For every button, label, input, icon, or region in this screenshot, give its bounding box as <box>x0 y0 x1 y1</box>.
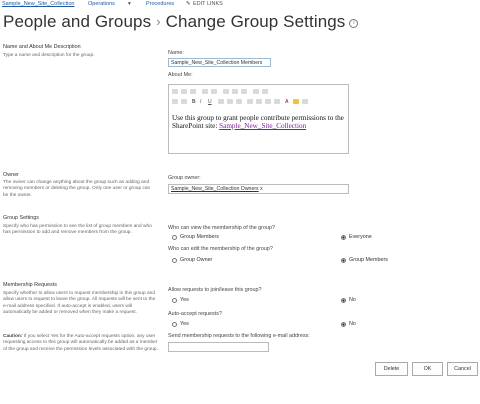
view-everyone-radio[interactable] <box>341 235 346 240</box>
owner-section-description: The owner can change anything about the … <box>3 180 151 198</box>
font-icon[interactable] <box>181 99 187 104</box>
site-link[interactable]: Sample_New_Site_Collection <box>2 1 74 7</box>
allow-requests-no-radio[interactable] <box>341 298 346 303</box>
image-icon[interactable] <box>241 89 247 94</box>
owner-section-heading: Owner <box>3 172 19 178</box>
paste-icon[interactable] <box>190 89 196 94</box>
bullet-list-icon[interactable] <box>256 99 262 104</box>
view-membership-question: Who can view the membership of the group… <box>168 225 275 231</box>
info-icon[interactable]: i <box>349 19 359 28</box>
chevron-down-icon[interactable]: ▾ <box>128 1 131 7</box>
group-owner-input[interactable]: Sample_New_Site_Collection Owners x <box>168 184 349 194</box>
align-right-icon[interactable] <box>236 99 242 104</box>
indent-icon[interactable] <box>274 99 280 104</box>
view-group-members-radio[interactable] <box>172 235 177 240</box>
view-group-members-label: Group Members <box>180 234 219 240</box>
copy-icon[interactable] <box>181 89 187 94</box>
group-settings-description: Specify who has permission to see the li… <box>3 224 152 236</box>
delete-button[interactable]: Delete <box>375 362 408 376</box>
ltr-icon[interactable] <box>253 89 259 94</box>
allow-requests-no-label: No <box>349 297 356 303</box>
nav-operations[interactable]: Operations <box>88 1 115 7</box>
email-label: Send membership requests to the followin… <box>168 333 310 339</box>
page-title: People and Groups › Change Group Settings i <box>3 12 359 34</box>
top-navigation: Sample_New_Site_Collection Operations ▾ … <box>0 0 480 10</box>
membership-requests-description: Specify whether to allow users to reques… <box>3 291 156 315</box>
undo-icon[interactable] <box>202 89 208 94</box>
underline-icon[interactable]: U <box>208 99 214 105</box>
auto-accept-no-label: No <box>349 321 356 327</box>
allow-requests-yes-label: Yes <box>180 297 189 303</box>
name-input[interactable]: Sample_New_Site_Collection Members <box>168 58 271 67</box>
nav-procedures[interactable]: Procedures <box>146 1 174 7</box>
view-everyone-label: Everyone <box>349 234 372 240</box>
caution-label: Caution: <box>3 334 23 339</box>
allow-requests-yes-radio[interactable] <box>172 298 177 303</box>
breadcrumb-separator: › <box>156 14 161 29</box>
edit-group-members-radio[interactable] <box>341 258 346 263</box>
auto-accept-no-radio[interactable] <box>341 322 346 327</box>
edit-membership-question: Who can edit the membership of the group… <box>168 246 273 252</box>
rtl-icon[interactable] <box>262 89 268 94</box>
align-left-icon[interactable] <box>218 99 224 104</box>
highlight-icon[interactable] <box>293 99 299 104</box>
edit-links[interactable]: EDIT LINKS <box>193 1 223 7</box>
edit-group-owner-label: Group Owner <box>180 257 213 263</box>
redo-icon[interactable] <box>211 89 217 94</box>
cut-icon[interactable] <box>172 89 178 94</box>
name-section-description: Type a name and description for the grou… <box>3 53 95 58</box>
style-icon[interactable] <box>172 99 178 104</box>
pencil-icon[interactable]: ✎ <box>186 1 191 7</box>
cancel-button[interactable]: Cancel <box>447 362 478 376</box>
title-main: People and Groups <box>3 12 152 31</box>
ltr-paragraph-icon[interactable] <box>302 99 308 104</box>
group-settings-heading: Group Settings <box>3 215 39 221</box>
about-me-link[interactable]: Sample_New_Site_Collection <box>219 122 306 130</box>
title-sub: Change Group Settings <box>165 12 346 31</box>
nav-operations-label: Operations <box>88 1 115 7</box>
membership-requests-heading: Membership Requests <box>3 282 57 288</box>
text-color-icon[interactable]: A <box>285 99 291 105</box>
table-icon[interactable] <box>223 89 229 94</box>
allow-requests-question: Allow requests to join/leave this group? <box>168 287 262 293</box>
email-input[interactable] <box>168 342 269 352</box>
name-label: Name: <box>168 50 184 56</box>
edit-group-members-label: Group Members <box>349 257 388 263</box>
edit-group-owner-radio[interactable] <box>172 258 177 263</box>
about-me-editor[interactable]: B I U A Use this group to grant people c… <box>168 84 349 154</box>
group-owner-label: Group owner: <box>168 175 201 181</box>
about-me-text: Use this group to grant people contribut… <box>172 114 347 130</box>
auto-accept-question: Auto-accept requests? <box>168 311 222 317</box>
italic-icon[interactable]: I <box>200 99 206 105</box>
outdent-icon[interactable] <box>265 99 271 104</box>
align-center-icon[interactable] <box>227 99 233 104</box>
owner-entity[interactable]: Sample_New_Site_Collection Owners <box>171 186 259 192</box>
link-icon[interactable] <box>232 89 238 94</box>
remove-owner-icon[interactable]: x <box>260 186 263 192</box>
auto-accept-yes-radio[interactable] <box>172 322 177 327</box>
ok-button[interactable]: OK <box>412 362 443 376</box>
membership-caution: Caution: If you select Yes for the Auto-… <box>3 334 159 353</box>
name-section-heading: Name and About Me Description <box>3 44 81 50</box>
numbered-list-icon[interactable] <box>247 99 253 104</box>
about-label: About Me: <box>168 72 193 78</box>
auto-accept-yes-label: Yes <box>180 321 189 327</box>
bold-icon[interactable]: B <box>192 99 198 105</box>
caution-text: If you select Yes for the Auto-accept re… <box>3 334 158 352</box>
